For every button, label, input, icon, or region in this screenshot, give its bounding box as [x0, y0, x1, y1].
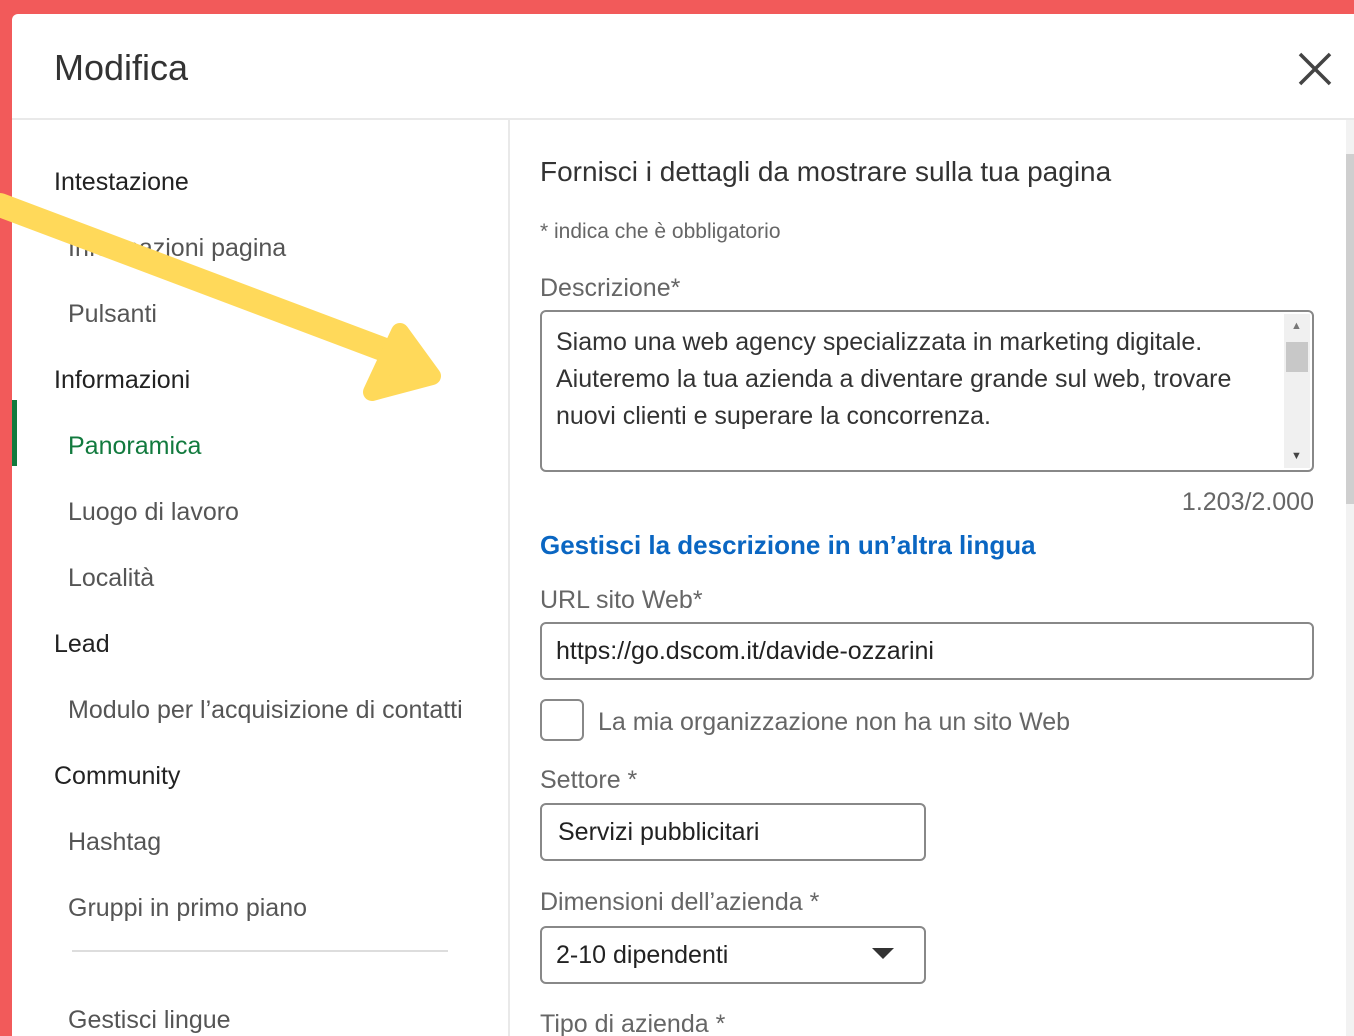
active-indicator: [12, 400, 17, 466]
nav-heading-informazioni: Informazioni: [54, 366, 191, 394]
sidebar-nav: Intestazione Informazioni pagina Pulsant…: [12, 120, 510, 1036]
form-panel: Fornisci i dettagli da mostrare sulla tu…: [510, 120, 1354, 1036]
sidebar-item-luogo-di-lavoro[interactable]: Luogo di lavoro: [68, 498, 239, 527]
scroll-down-icon[interactable]: ▼: [1291, 450, 1302, 462]
required-note: * indica che è obbligatorio: [540, 220, 781, 243]
description-textarea[interactable]: Siamo una web agency specializzata in ma…: [540, 310, 1314, 472]
company-type-label: Tipo di azienda *: [540, 1010, 726, 1036]
scroll-up-icon[interactable]: ▲: [1291, 320, 1302, 332]
sidebar-divider: [72, 950, 448, 952]
modal-title: Modifica: [54, 47, 189, 88]
textarea-scrollbar[interactable]: ▲ ▼: [1284, 314, 1310, 468]
no-website-checkbox[interactable]: [540, 699, 584, 741]
panel-scrollbar-thumb[interactable]: [1346, 154, 1354, 504]
form-intro: Fornisci i dettagli da mostrare sulla tu…: [540, 156, 1112, 187]
sidebar-item-localita[interactable]: Località: [68, 564, 154, 593]
sidebar-item-gestisci-lingue[interactable]: Gestisci lingue: [68, 1006, 231, 1035]
description-label: Descrizione*: [540, 274, 681, 302]
chevron-down-icon: [872, 948, 894, 959]
no-website-label[interactable]: La mia organizzazione non ha un sito Web: [598, 708, 1070, 737]
industry-label: Settore *: [540, 766, 638, 794]
company-size-label: Dimensioni dell’azienda *: [540, 888, 820, 916]
manage-language-link[interactable]: Gestisci la descrizione in un’altra ling…: [540, 530, 1036, 561]
company-size-value: 2-10 dipendenti: [556, 941, 729, 969]
sidebar-item-pulsanti[interactable]: Pulsanti: [68, 300, 157, 329]
sidebar-item-gruppi[interactable]: Gruppi in primo piano: [68, 894, 307, 923]
sidebar-item-informazioni-pagina[interactable]: Informazioni pagina: [68, 234, 286, 263]
website-value: https://go.dscom.it/davide-ozzarini: [556, 637, 934, 665]
sidebar-item-modulo-contatti[interactable]: Modulo per l’acquisizione di contatti: [68, 696, 463, 725]
nav-heading-community: Community: [54, 762, 181, 790]
website-input[interactable]: https://go.dscom.it/davide-ozzarini: [540, 622, 1314, 680]
company-size-select[interactable]: 2-10 dipendenti: [540, 926, 926, 984]
edit-modal: Modifica Intestazione Informazioni pagin…: [12, 14, 1354, 1036]
panel-scrollbar[interactable]: [1346, 120, 1354, 1036]
industry-value: Servizi pubblicitari: [558, 818, 760, 846]
sidebar-item-panoramica[interactable]: Panoramica: [68, 432, 201, 461]
textarea-scrollbar-thumb[interactable]: [1286, 342, 1308, 372]
description-text[interactable]: Siamo una web agency specializzata in ma…: [556, 324, 1276, 435]
sidebar-item-hashtag[interactable]: Hashtag: [68, 828, 161, 857]
website-label: URL sito Web*: [540, 586, 703, 614]
nav-heading-intestazione: Intestazione: [54, 168, 189, 196]
industry-input[interactable]: Servizi pubblicitari: [540, 803, 926, 861]
character-counter: 1.203/2.000: [1181, 488, 1314, 516]
nav-heading-lead: Lead: [54, 630, 110, 658]
modal-header: Modifica: [12, 14, 1354, 120]
close-icon[interactable]: [1294, 48, 1336, 90]
